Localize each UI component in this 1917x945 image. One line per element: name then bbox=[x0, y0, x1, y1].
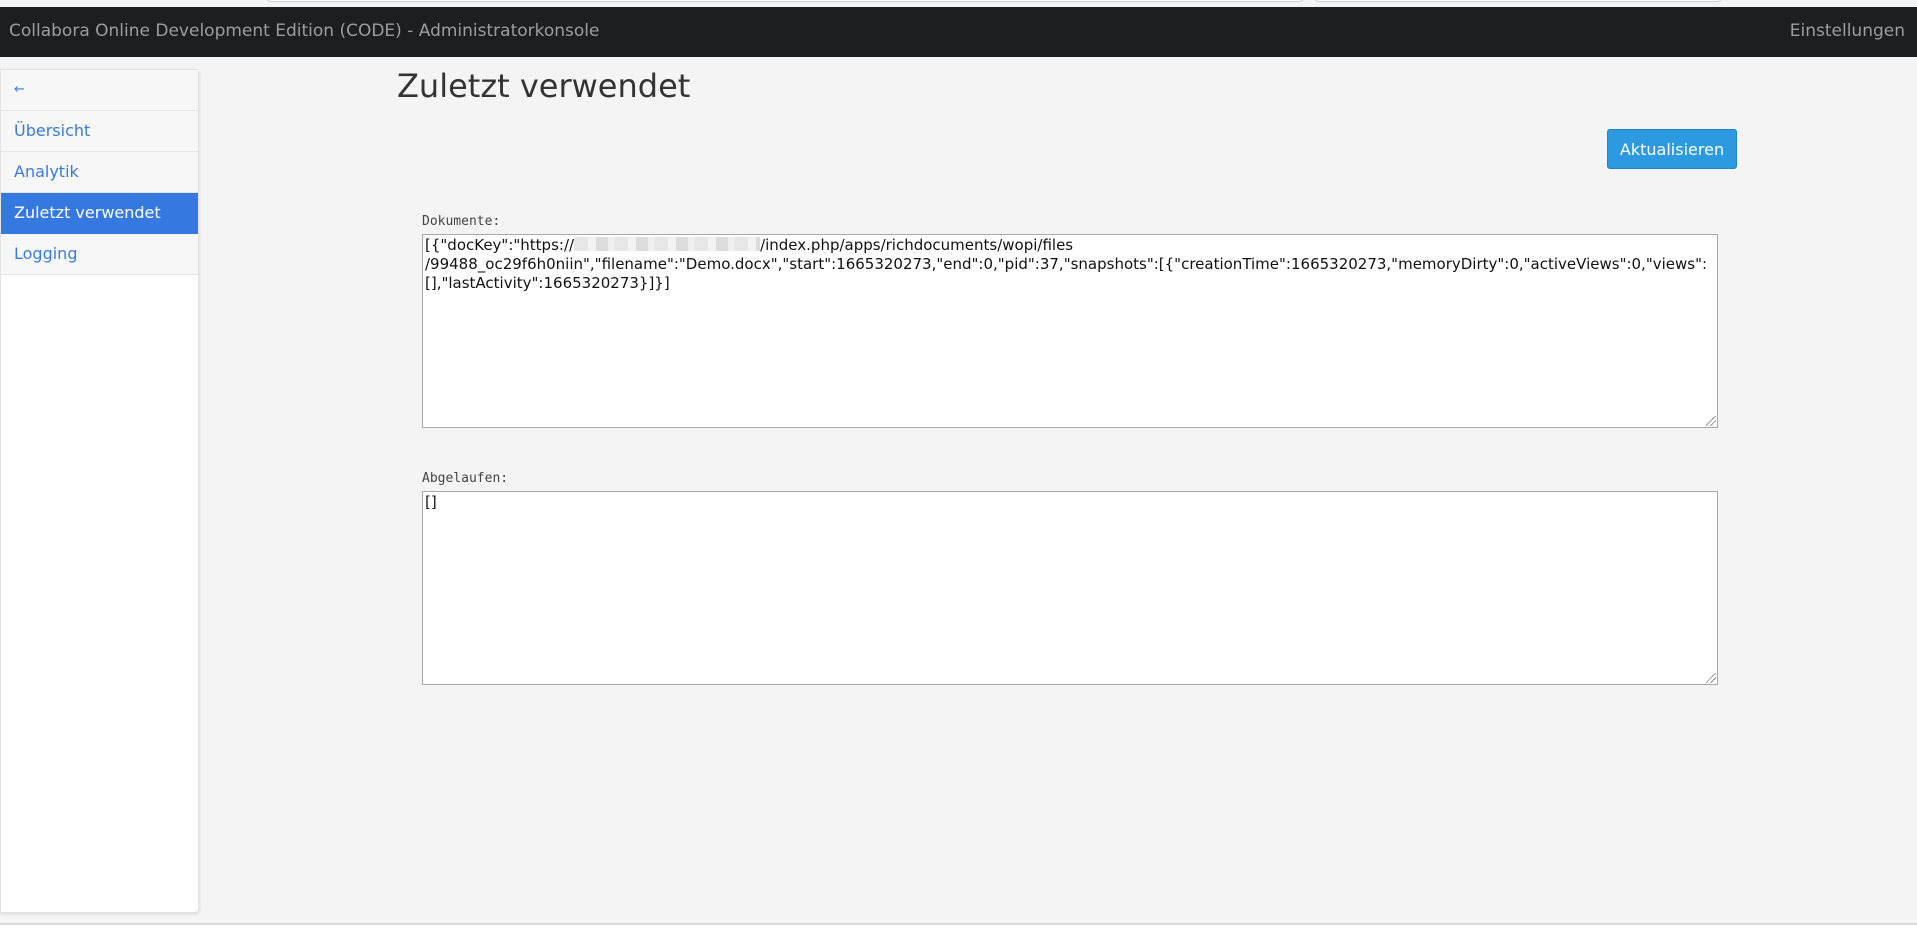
top-navbar: Collabora Online Development Edition (CO… bbox=[0, 7, 1917, 57]
expired-label: Abgelaufen: bbox=[422, 471, 509, 486]
sidebar: ← Übersicht Analytik Zuletzt verwendet L… bbox=[0, 69, 199, 913]
sidebar-item-analytics[interactable]: Analytik bbox=[1, 152, 198, 193]
sidebar-back-button[interactable]: ← bbox=[1, 70, 198, 111]
documents-label: Dokumente: bbox=[422, 214, 501, 229]
sidebar-item-recent[interactable]: Zuletzt verwendet bbox=[1, 193, 198, 234]
sidebar-item-label: Zuletzt verwendet bbox=[14, 203, 161, 222]
arrow-left-icon: ← bbox=[14, 82, 25, 97]
search-bar-edge bbox=[1313, 0, 1723, 2]
sidebar-item-overview[interactable]: Übersicht bbox=[1, 111, 198, 152]
expired-value: [] bbox=[425, 493, 437, 511]
documents-line-1: [{"docKey":"https:// /index.php/apps/rich… bbox=[425, 236, 1715, 255]
sidebar-item-label: Logging bbox=[14, 244, 78, 263]
resize-handle-icon[interactable] bbox=[1706, 673, 1716, 683]
sidebar-item-label: Analytik bbox=[14, 162, 79, 181]
documents-textarea[interactable]: [{"docKey":"https:// /index.php/apps/rich… bbox=[422, 234, 1718, 428]
browser-chrome-strip bbox=[0, 0, 1917, 7]
documents-line-1-prefix: [{"docKey":"https:// bbox=[425, 236, 575, 254]
page-title: Zuletzt verwendet bbox=[397, 67, 691, 105]
app-title[interactable]: Collabora Online Development Edition (CO… bbox=[9, 21, 599, 41]
expired-textarea[interactable]: [] bbox=[422, 491, 1718, 685]
sidebar-item-label: Übersicht bbox=[14, 121, 91, 140]
documents-line-2: /99488_oc29f6h0niin","filename":"Demo.do… bbox=[425, 255, 1708, 273]
redacted-host bbox=[574, 237, 761, 251]
address-bar-edge bbox=[265, 0, 1305, 2]
documents-line-1-suffix: /index.php/apps/richdocuments/wopi/files bbox=[760, 236, 1074, 254]
settings-link[interactable]: Einstellungen bbox=[1790, 21, 1905, 41]
refresh-button[interactable]: Aktualisieren bbox=[1607, 129, 1737, 169]
page-body: ← Übersicht Analytik Zuletzt verwendet L… bbox=[0, 57, 1917, 923]
resize-handle-icon[interactable] bbox=[1706, 416, 1716, 426]
main-content: Zuletzt verwendet Aktualisieren Dokument… bbox=[397, 57, 1737, 917]
bottom-bar bbox=[0, 923, 1917, 945]
sidebar-item-logging[interactable]: Logging bbox=[1, 234, 198, 275]
documents-line-3: [],"lastActivity":1665320273}]}] bbox=[425, 274, 670, 292]
